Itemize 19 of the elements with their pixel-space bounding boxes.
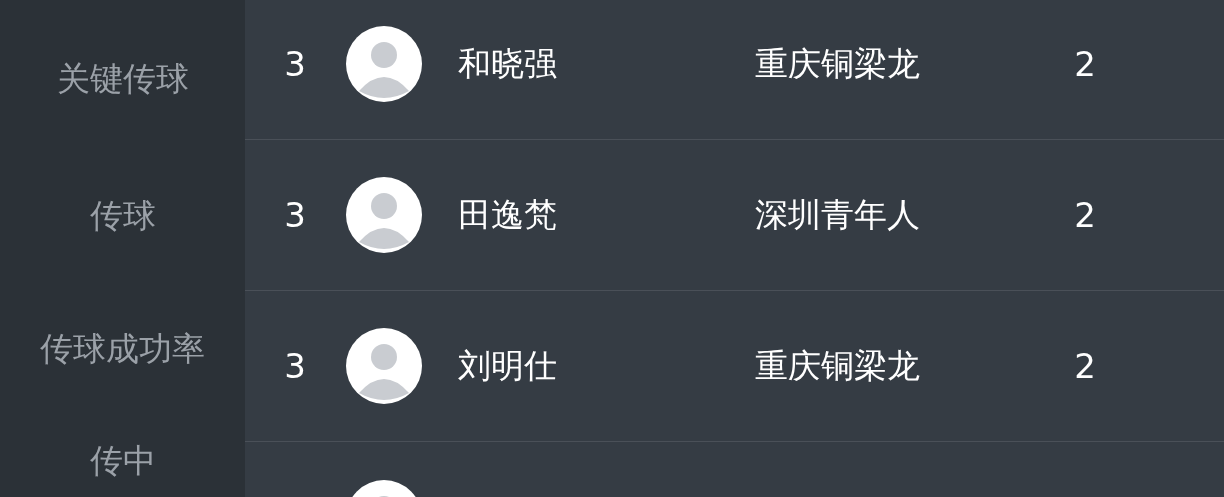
stat-value: 2 [1073,344,1097,388]
rank: 3 [283,193,307,237]
category-label[interactable]: 传球 [89,191,156,241]
avatar-icon [345,327,423,405]
stat-value: 2 [1073,42,1097,86]
category-label[interactable]: 关键传球 [56,54,189,104]
team-name: 深圳青年人 [755,194,921,237]
player-name: 田逸梵 [458,194,558,237]
avatar-icon [345,176,423,254]
category-label[interactable]: 传球成功率 [40,324,205,374]
team-name: 重庆铜梁龙 [755,43,921,86]
stat-value: 2 [1073,193,1097,237]
category-label[interactable]: 传中 [89,435,156,486]
team-name: 重庆铜梁龙 [755,345,921,388]
rank: 3 [283,42,307,86]
player-name: 和晓强 [458,43,558,86]
player-name: 刘明仕 [458,345,558,388]
avatar-icon [345,25,423,103]
rank: 3 [283,344,307,388]
